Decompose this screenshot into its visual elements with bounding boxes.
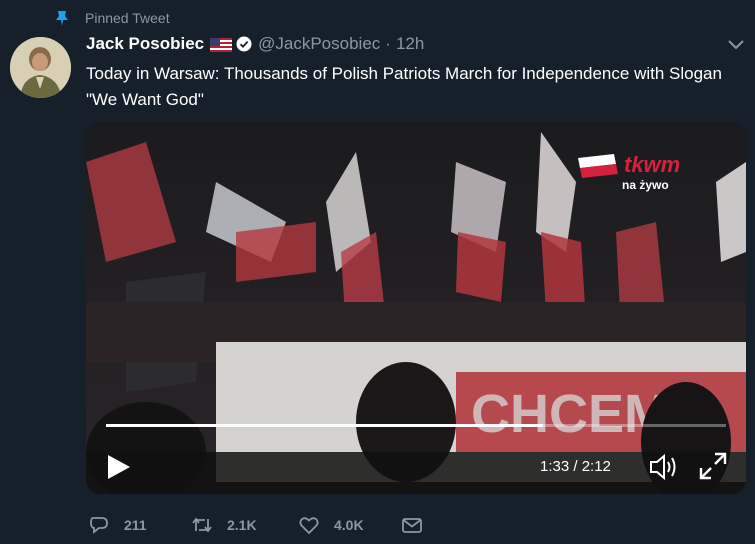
like-count: 4.0K: [334, 517, 364, 533]
tweet-actions: 211 2.1K 4.0K: [88, 512, 423, 538]
envelope-icon: [402, 518, 422, 533]
fullscreen-button[interactable]: [697, 450, 729, 482]
user-handle[interactable]: @JackPosobiec: [258, 34, 380, 54]
channel-subtitle: na żywo: [622, 178, 669, 192]
video-player[interactable]: CHCEMY tkwm na żywo 1:33 / 2:12: [86, 122, 746, 494]
play-button[interactable]: [106, 453, 132, 481]
direct-message-button[interactable]: [401, 514, 423, 536]
separator-dot: ·: [385, 34, 391, 53]
video-time-readout: 1:33 / 2:12: [540, 458, 611, 475]
tweet-text: Today in Warsaw: Thousands of Polish Pat…: [86, 64, 722, 109]
pin-icon: [55, 10, 69, 26]
retweet-count: 2.1K: [227, 517, 257, 533]
tweet-timestamp[interactable]: 12h: [396, 34, 424, 54]
chevron-down-icon[interactable]: [727, 38, 745, 52]
user-name[interactable]: Jack Posobiec: [86, 34, 204, 54]
us-flag-icon: [210, 37, 233, 52]
expand-icon: [699, 452, 727, 480]
retweet-button[interactable]: 2.1K: [191, 514, 298, 536]
video-progress-bar[interactable]: [106, 424, 726, 427]
video-progress-fill: [106, 424, 544, 427]
pinned-label: Pinned Tweet: [85, 10, 170, 26]
pinned-tweet-indicator: Pinned Tweet: [55, 9, 170, 27]
volume-button[interactable]: [649, 453, 679, 481]
reply-button[interactable]: 211: [88, 514, 191, 536]
avatar[interactable]: [10, 37, 71, 98]
retweet-icon: [192, 517, 212, 533]
reply-count: 211: [124, 517, 147, 533]
volume-icon: [650, 453, 676, 481]
tweet-header: Jack Posobiec @JackPosobiec · 12h: [86, 33, 424, 55]
play-icon: [108, 455, 130, 479]
svg-text:tkwm: tkwm: [624, 152, 680, 177]
heart-icon: [299, 517, 319, 535]
verified-badge-icon: [236, 36, 252, 52]
reply-icon: [90, 517, 108, 534]
like-button[interactable]: 4.0K: [298, 514, 401, 536]
